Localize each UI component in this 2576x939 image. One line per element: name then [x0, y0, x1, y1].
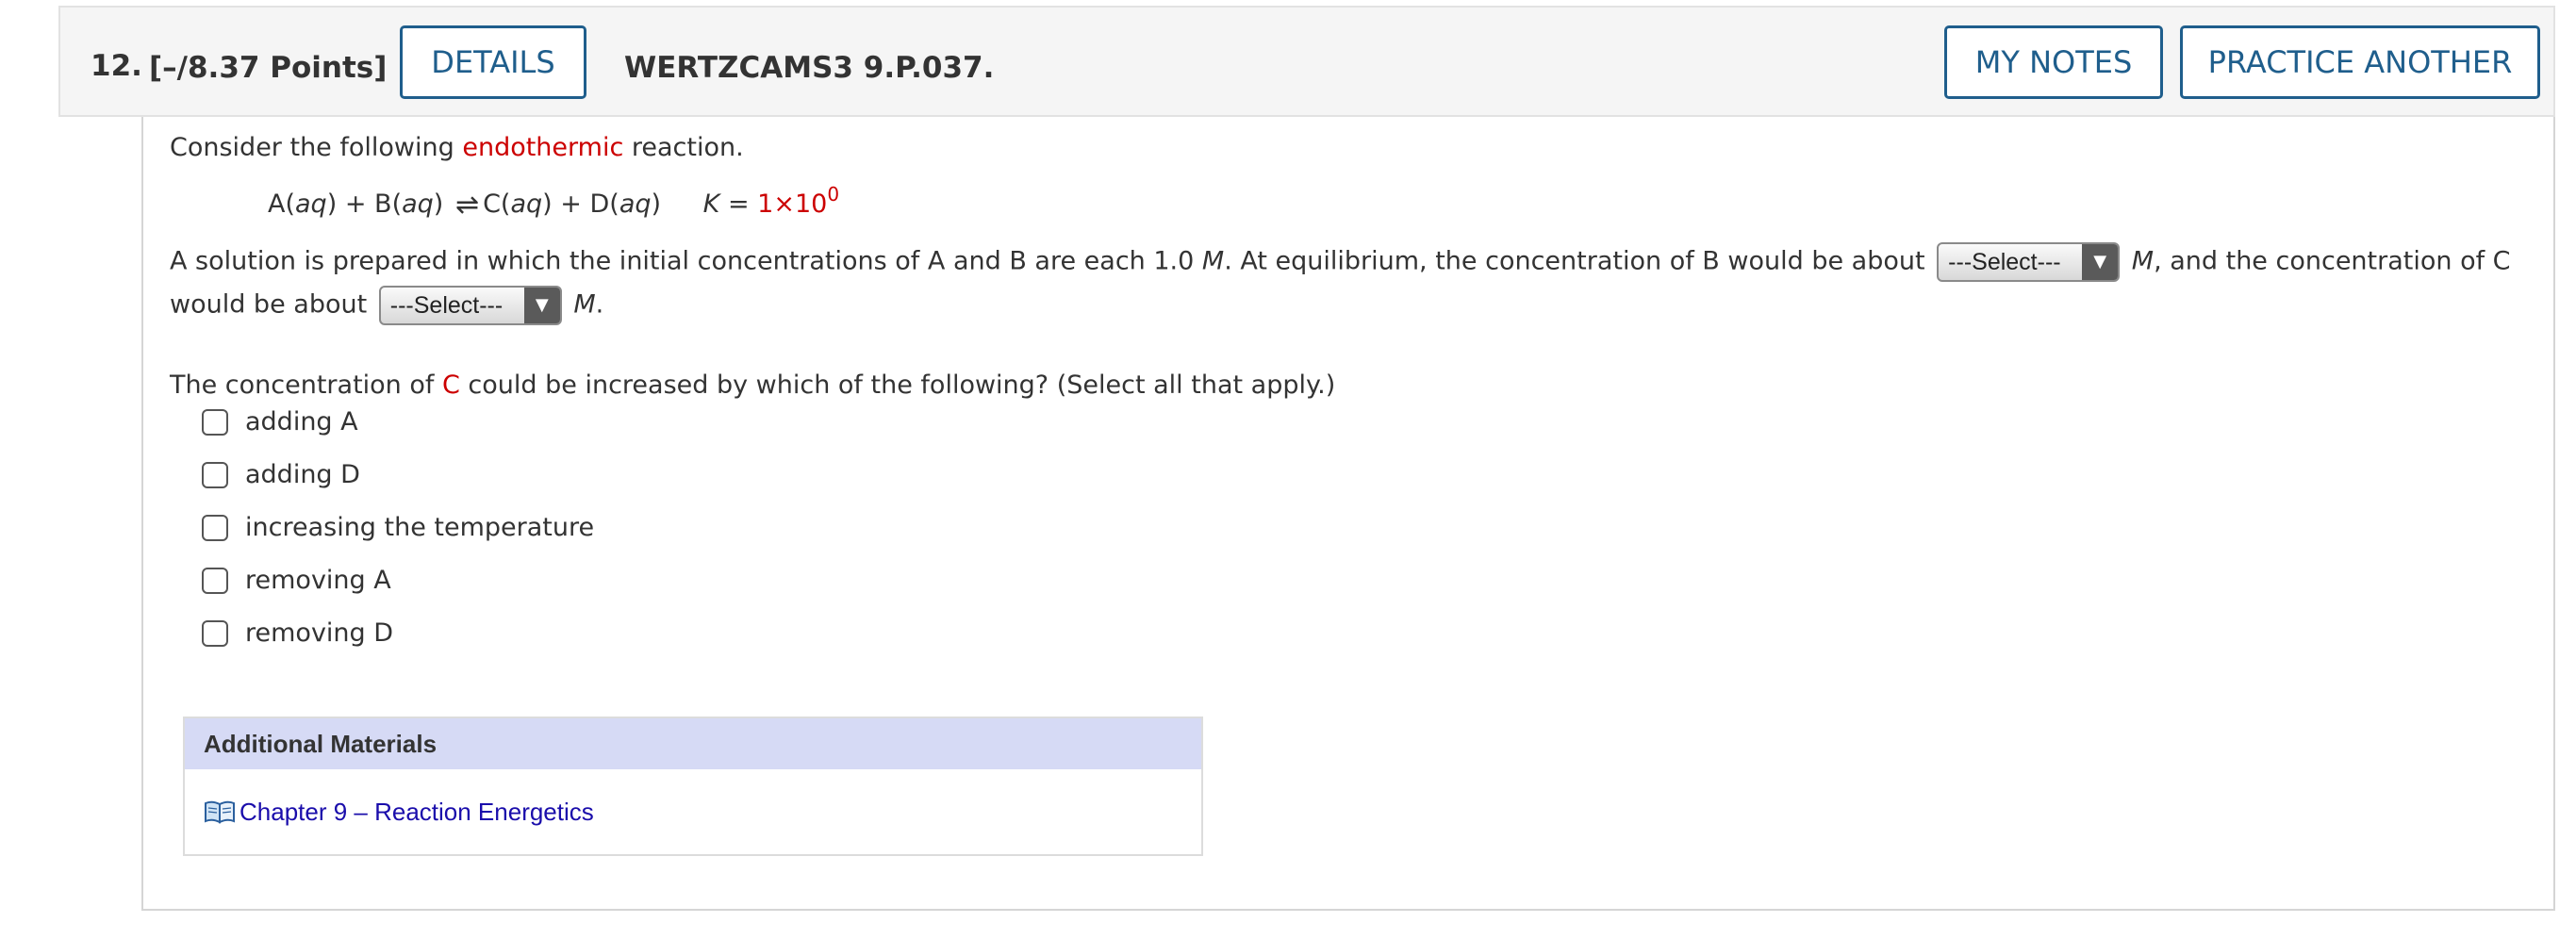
chapter-link[interactable]: Chapter 9 – Reaction Energetics	[204, 796, 594, 828]
additional-materials-panel: Additional Materials Chapter 9 – Reactio…	[183, 717, 1203, 856]
checkbox[interactable]	[202, 515, 228, 541]
dropdown-arrow-icon: ▼	[2082, 244, 2119, 280]
solution-text-line1: A solution is prepared in which the init…	[170, 242, 2511, 282]
question-number: 12.	[91, 49, 142, 83]
checkbox[interactable]	[202, 462, 228, 488]
additional-materials-header: Additional Materials	[185, 718, 1201, 769]
question-header: 12. [–/8.37 Points] DETAILS WERTZCAMS3 9…	[58, 6, 2555, 117]
problem-code: WERTZCAMS3 9.P.037.	[624, 51, 995, 85]
option-label: removing A	[245, 566, 391, 595]
k-symbol: K	[702, 189, 720, 219]
k-value: 1×100	[757, 183, 840, 219]
details-button[interactable]: DETAILS	[400, 25, 586, 99]
book-icon	[205, 800, 235, 824]
equilibrium-arrow-icon: ⇌	[454, 189, 480, 222]
checkbox[interactable]	[202, 620, 228, 647]
dropdown-arrow-icon: ▼	[523, 288, 560, 323]
my-notes-button[interactable]: MY NOTES	[1944, 25, 2163, 99]
option-label: adding D	[245, 460, 360, 489]
c-highlight: C	[441, 371, 460, 400]
checkbox[interactable]	[202, 409, 228, 436]
endothermic-highlight: endothermic	[462, 133, 624, 162]
intro-text: Consider the following endothermic react…	[170, 133, 744, 162]
additional-materials-title: Additional Materials	[204, 730, 438, 758]
chapter-link-label[interactable]: Chapter 9 – Reaction Energetics	[239, 798, 594, 826]
checkbox[interactable]	[202, 568, 228, 594]
option-label: adding A	[245, 407, 358, 437]
question-text: The concentration of C could be increase…	[170, 371, 1336, 400]
c-concentration-select[interactable]: ---Select--- ▼	[378, 286, 562, 325]
practice-another-button[interactable]: PRACTICE ANOTHER	[2180, 25, 2540, 99]
b-concentration-select[interactable]: ---Select--- ▼	[1937, 242, 2121, 282]
solution-text-line2: would be about ---Select--- ▼ M.	[170, 286, 603, 325]
reaction-equation: A(aq) + B(aq) ⇌ C(aq) + D(aq) K = 1×100	[268, 183, 840, 224]
option-label: removing D	[245, 618, 394, 648]
option-label: increasing the temperature	[245, 513, 595, 542]
question-points: [–/8.37 Points]	[149, 51, 388, 85]
